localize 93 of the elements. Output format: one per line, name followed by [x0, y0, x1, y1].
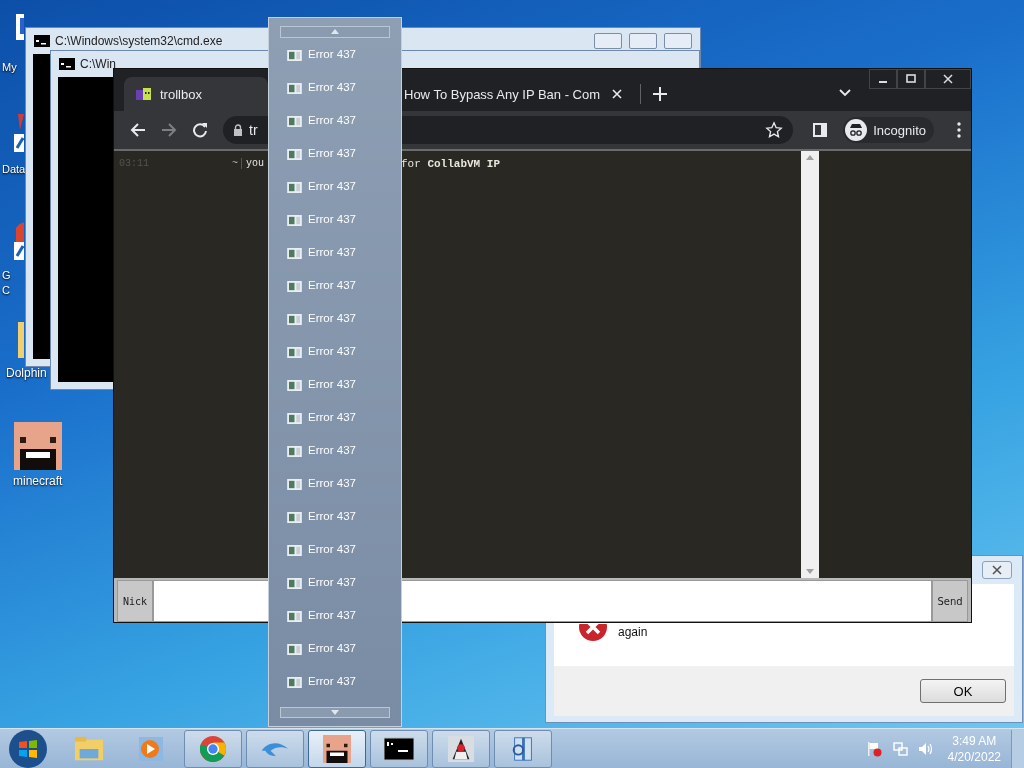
jump-list-item[interactable]: Error 437: [287, 541, 390, 575]
window-icon: [287, 346, 302, 358]
window-icon: [287, 313, 302, 325]
browser-tab[interactable]: trollbox: [124, 77, 268, 111]
desktop-icon-label[interactable]: G: [0, 268, 11, 283]
back-icon[interactable]: [130, 122, 146, 138]
jump-list-item[interactable]: Error 437: [287, 310, 390, 344]
window-icon: [287, 643, 302, 655]
window-icon: [287, 676, 302, 688]
jump-list-item[interactable]: Error 437: [287, 574, 390, 608]
jump-list-item[interactable]: Error 437: [287, 277, 390, 311]
minimize-icon: [879, 81, 887, 83]
desktop-icon-label[interactable]: C: [0, 283, 10, 298]
flag-icon[interactable]: [865, 740, 882, 757]
blocky-face-icon: [322, 734, 352, 763]
window-title: C:\Windows\system32\cmd.exe: [55, 34, 223, 48]
reload-icon[interactable]: [192, 122, 208, 138]
menu-icon[interactable]: [957, 122, 961, 138]
chat-message: for CollabVM IP: [401, 158, 501, 170]
jump-list-item[interactable]: Error 437: [287, 211, 390, 245]
arrow-up-icon: [331, 29, 339, 35]
window-icon: [287, 214, 302, 226]
minimize-button[interactable]: [869, 69, 897, 89]
close-button[interactable]: [925, 69, 971, 89]
desktop-icon-label[interactable]: My: [0, 60, 17, 75]
play-icon: [136, 734, 166, 763]
lock-icon: [233, 124, 243, 136]
window-icon: [287, 577, 302, 589]
jump-list-item[interactable]: Error 437: [287, 79, 390, 113]
jump-list-item[interactable]: Error 437: [287, 178, 390, 212]
window-icon: [287, 478, 302, 490]
close-icon: [943, 74, 953, 84]
incognito-button[interactable]: Incognito: [843, 117, 934, 143]
jump-list-item[interactable]: Error 437: [287, 673, 390, 707]
chevron-down-icon[interactable]: [839, 89, 851, 97]
jump-list-item[interactable]: Error 437: [287, 508, 390, 542]
browser-tab[interactable]: How To Bypass Any IP Ban - Com: [398, 77, 635, 111]
desktop-icon-label[interactable]: Dolphin: [0, 366, 47, 381]
arrow-down-icon: [331, 709, 339, 715]
jump-list-item[interactable]: Error 437: [287, 46, 390, 80]
jump-list-item[interactable]: Error 437: [287, 145, 390, 179]
clock-time[interactable]: 3:49 AM: [952, 732, 997, 749]
new-tab-icon[interactable]: [653, 87, 668, 101]
taskbar-button[interactable]: [370, 729, 428, 768]
taskbar-button[interactable]: [308, 729, 366, 768]
window-icon: [287, 181, 302, 193]
blocky-face-icon[interactable]: [14, 422, 62, 470]
star-icon[interactable]: [765, 121, 784, 139]
window-icon: [287, 544, 302, 556]
desktop-icon-label[interactable]: minecraft: [0, 474, 63, 489]
window-icon: [287, 247, 302, 259]
jump-list-item[interactable]: Error 437: [287, 442, 390, 476]
nick-button[interactable]: Nick: [117, 580, 153, 622]
side-panel-icon[interactable]: [812, 122, 829, 138]
start-button[interactable]: [8, 728, 48, 768]
console-icon: [34, 35, 50, 47]
close-button[interactable]: [982, 561, 1012, 579]
jump-list-item[interactable]: Error 437: [287, 376, 390, 410]
window-icon: [287, 148, 302, 160]
close-icon: [992, 565, 1002, 575]
jump-list-item[interactable]: Error 437: [287, 343, 390, 377]
close-icon[interactable]: [612, 89, 623, 99]
incognito-icon: [845, 119, 868, 141]
dialog-message: again: [618, 625, 648, 641]
window-icon: [287, 82, 302, 94]
jump-list-item[interactable]: Error 437: [287, 607, 390, 641]
window-title: C:\Win: [80, 57, 116, 71]
mascot-icon: [446, 734, 476, 763]
forward-icon[interactable]: [161, 122, 177, 138]
jump-list-item[interactable]: Error 437: [287, 640, 390, 674]
maximize-icon: [906, 74, 916, 84]
jump-list-item[interactable]: Error 437: [287, 244, 390, 278]
console-icon: [384, 734, 414, 763]
window-icon: [287, 412, 302, 424]
console-icon: [59, 58, 75, 70]
window-icon: [287, 445, 302, 457]
desktop-icon-label[interactable]: Data: [0, 162, 26, 177]
chat-message: you: [246, 158, 265, 169]
window-icon: [287, 280, 302, 292]
window-icon: [287, 49, 302, 61]
send-button[interactable]: Send: [932, 580, 968, 622]
window-icon: [287, 115, 302, 127]
close-button[interactable]: [664, 33, 692, 49]
browser-icon: [198, 734, 228, 763]
ok-button[interactable]: OK: [920, 679, 1006, 703]
window-icon: [287, 379, 302, 391]
maximize-button[interactable]: [897, 69, 925, 89]
window-icon: [287, 511, 302, 523]
ghost-icon: [136, 86, 152, 102]
window-icon: [287, 610, 302, 622]
jump-list-item[interactable]: Error 437: [287, 475, 390, 509]
jump-list-item[interactable]: Error 437: [287, 409, 390, 443]
clock-date[interactable]: 4/20/2022: [947, 748, 1001, 765]
